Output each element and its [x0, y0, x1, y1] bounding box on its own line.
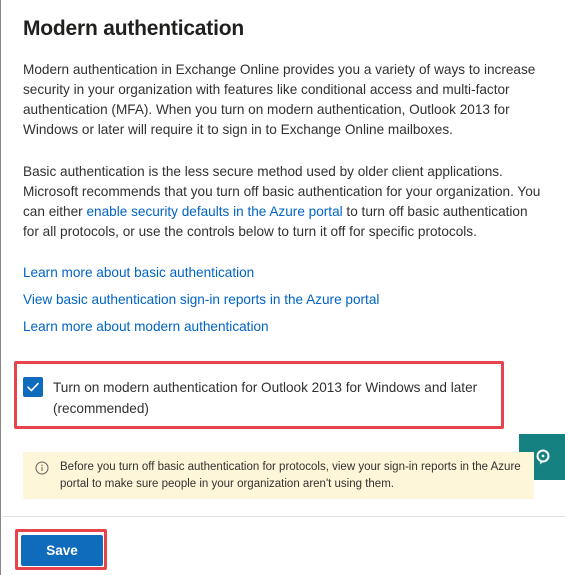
checkmark-icon [27, 382, 39, 392]
warning-banner: Before you turn off basic authentication… [23, 452, 534, 499]
info-icon [35, 461, 49, 475]
chat-help-icon [536, 449, 549, 465]
page-title: Modern authentication [23, 17, 244, 40]
modern-auth-checkbox[interactable] [23, 377, 43, 397]
warning-text: Before you turn off basic authentication… [60, 461, 521, 490]
intro-paragraph: Modern authentication in Exchange Online… [23, 62, 536, 137]
save-button[interactable]: Save [21, 535, 103, 566]
modern-auth-checkbox-label[interactable]: Turn on modern authentication for Outloo… [53, 377, 503, 419]
learn-modern-auth-link[interactable]: Learn more about modern authentication [23, 319, 269, 334]
basic-auth-paragraph: Basic authentication is the less secure … [23, 162, 543, 242]
enable-security-defaults-link[interactable]: enable security defaults in the Azure po… [86, 204, 342, 219]
modern-auth-panel: Modern authentication Modern authenticat… [0, 0, 565, 575]
footer-divider [2, 516, 565, 517]
learn-basic-auth-link[interactable]: Learn more about basic authentication [23, 265, 254, 280]
view-sign-in-reports-link[interactable]: View basic authentication sign-in report… [23, 292, 379, 307]
